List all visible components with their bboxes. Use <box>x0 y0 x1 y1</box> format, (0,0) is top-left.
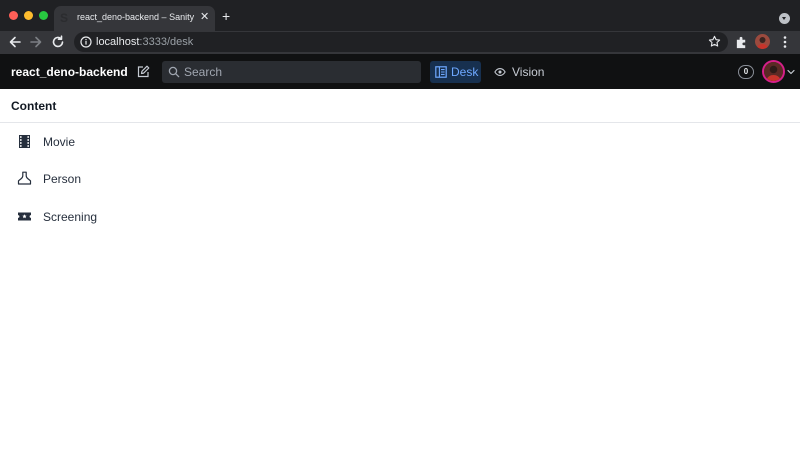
chrome-profile-avatar[interactable] <box>755 34 770 49</box>
browser-tab[interactable]: S react_deno-backend – Sanity ✕ <box>54 6 215 31</box>
browser-menu-icon[interactable] <box>783 36 787 48</box>
list-item-person[interactable]: Person <box>0 160 800 197</box>
url-host: localhost <box>96 36 140 48</box>
sanity-favicon-icon: S <box>60 11 69 25</box>
studio-navbar: react_deno-backend Search Desk Vision <box>0 54 800 89</box>
forward-arrow-icon[interactable] <box>29 35 43 49</box>
content-pane-header: Content <box>0 89 800 123</box>
site-info-icon[interactable] <box>80 36 92 48</box>
desk-panel-icon <box>435 66 447 78</box>
reload-icon[interactable] <box>51 35 65 49</box>
browser-window: S react_deno-backend – Sanity ✕ + localh… <box>0 0 800 469</box>
compose-icon[interactable] <box>136 65 150 79</box>
tab-strip: S react_deno-backend – Sanity ✕ + <box>0 0 800 31</box>
pane-title: Content <box>11 99 57 113</box>
list-item-label: Screening <box>43 210 98 224</box>
minimize-window-button[interactable] <box>24 11 33 20</box>
chevron-down-icon[interactable] <box>787 69 795 75</box>
ticket-icon <box>18 212 31 221</box>
search-input[interactable]: Search <box>162 61 421 83</box>
user-avatar[interactable] <box>762 60 785 83</box>
eye-icon <box>494 68 506 76</box>
extensions-puzzle-icon[interactable] <box>735 36 748 49</box>
close-window-button[interactable] <box>9 11 18 20</box>
back-arrow-icon[interactable] <box>8 35 22 49</box>
list-item-label: Person <box>43 172 82 186</box>
list-item-movie[interactable]: Movie <box>0 123 800 160</box>
address-bar[interactable]: localhost:3333/desk <box>74 32 728 52</box>
maximize-window-button[interactable] <box>39 11 48 20</box>
url-path: :3333/desk <box>139 36 194 48</box>
vision-tab-label: Vision <box>512 65 545 79</box>
tool-vision-tab[interactable]: Vision <box>491 61 547 83</box>
url-text: localhost:3333/desk <box>96 36 193 48</box>
desk-tab-label: Desk <box>451 65 479 79</box>
list-item-label: Movie <box>43 135 76 149</box>
profile-photo-icon <box>756 37 769 49</box>
user-icon <box>17 171 32 185</box>
tool-desk-tab[interactable]: Desk <box>430 61 481 83</box>
user-photo-icon <box>764 62 783 81</box>
list-item-screening[interactable]: Screening <box>0 198 800 235</box>
new-tab-button[interactable]: + <box>222 9 230 23</box>
tab-title: react_deno-backend – Sanity <box>77 12 195 22</box>
browser-toolbar: localhost:3333/desk <box>0 31 800 54</box>
bookmark-star-icon[interactable] <box>708 35 721 48</box>
tab-close-button[interactable]: ✕ <box>200 11 209 24</box>
tab-search-icon[interactable] <box>779 13 790 24</box>
film-icon <box>19 135 30 148</box>
project-name[interactable]: react_deno-backend <box>11 65 128 79</box>
notification-count-badge[interactable]: 0 <box>738 65 754 79</box>
search-icon <box>168 66 180 78</box>
search-placeholder: Search <box>184 65 223 79</box>
